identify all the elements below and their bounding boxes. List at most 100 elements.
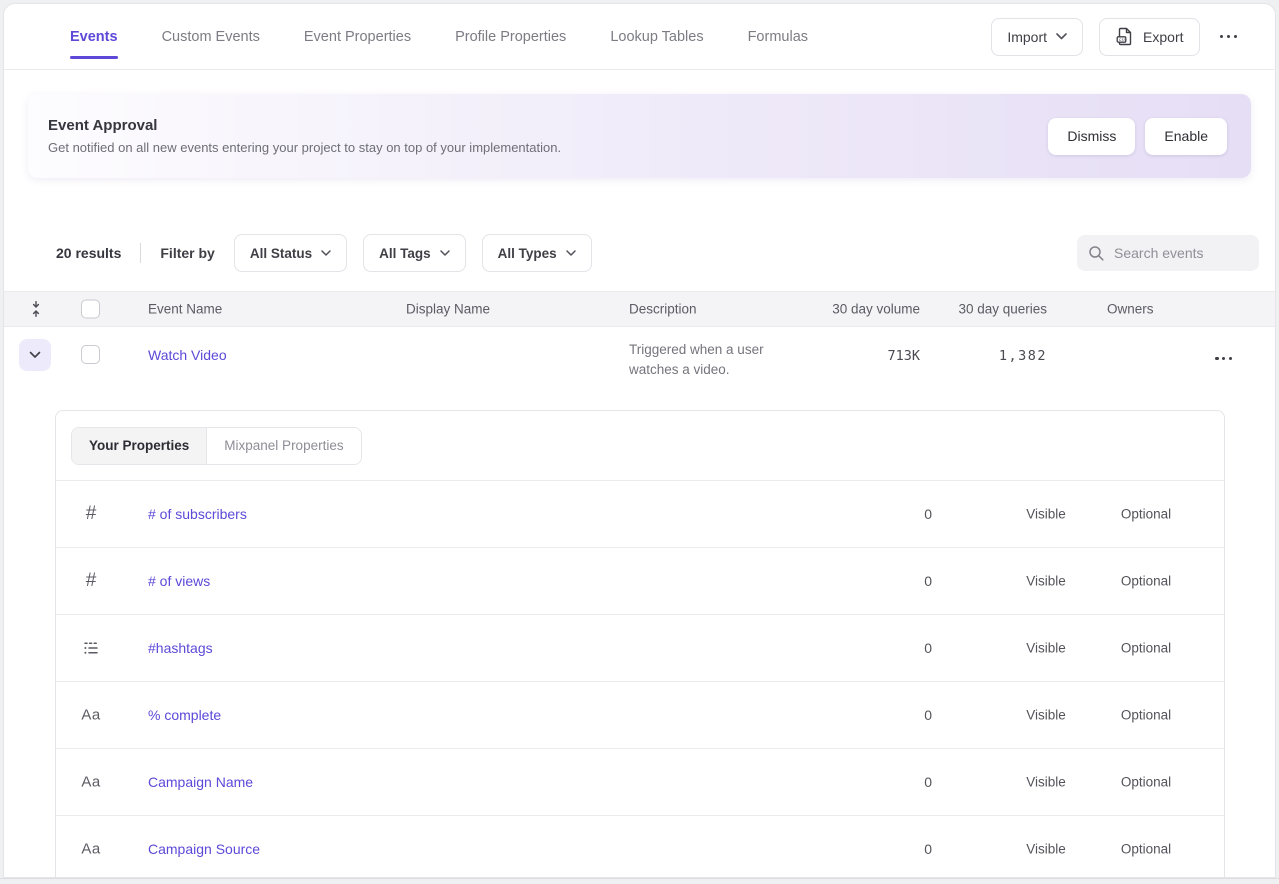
banner-title: Event Approval [48, 117, 561, 134]
nav-actions: Import csv Export [991, 4, 1275, 69]
property-row: #hashtags 0 Visible Optional [56, 615, 1224, 682]
row-actions-button[interactable] [1211, 351, 1236, 366]
select-all-checkbox[interactable] [81, 300, 100, 319]
dot [1220, 35, 1224, 39]
chevron-down-icon [1056, 33, 1067, 40]
tab-lookup-tables[interactable]: Lookup Tables [588, 4, 725, 69]
tab-label: Profile Properties [455, 29, 566, 45]
status-filter-dropdown[interactable]: All Status [234, 234, 347, 272]
number-type-icon: # [76, 570, 106, 592]
tags-filter-value: All Tags [379, 246, 431, 261]
tab-event-properties[interactable]: Event Properties [282, 4, 433, 69]
csv-file-icon: csv [1115, 27, 1134, 46]
nav-tabs: Events Custom Events Event Properties Pr… [4, 4, 830, 69]
collapse-rows-icon [28, 301, 44, 318]
property-name-link[interactable]: # of views [148, 573, 210, 589]
property-count: 0 [924, 707, 932, 723]
tab-label: Custom Events [162, 29, 260, 45]
property-requirement: Optional [1076, 574, 1216, 589]
table-row-watch-video: Watch Video Triggered when a user watche… [4, 327, 1275, 393]
event-properties-panel: Your Properties Mixpanel Properties # # … [55, 410, 1225, 878]
property-row: Aa Campaign Source 0 Visible Optional [56, 816, 1224, 878]
property-row: Aa Campaign Name 0 Visible Optional [56, 749, 1224, 816]
event-queries: 1,382 [999, 348, 1047, 364]
dot [1215, 357, 1218, 360]
enable-button[interactable]: Enable [1145, 118, 1227, 155]
column-header-volume: 30 day volume [832, 302, 920, 317]
text-type-icon: Aa [76, 841, 106, 858]
tab-mixpanel-properties[interactable]: Mixpanel Properties [207, 428, 360, 464]
export-button[interactable]: csv Export [1099, 18, 1199, 56]
types-filter-value: All Types [498, 246, 557, 261]
property-requirement: Optional [1076, 775, 1216, 790]
tab-your-properties[interactable]: Your Properties [72, 428, 207, 464]
tab-formulas[interactable]: Formulas [726, 4, 830, 69]
column-header-owners: Owners [1107, 302, 1154, 317]
tab-label: Lookup Tables [610, 29, 703, 45]
property-name-link[interactable]: % complete [148, 707, 221, 723]
property-name-link[interactable]: # of subscribers [148, 506, 247, 522]
property-count: 0 [924, 774, 932, 790]
status-filter-value: All Status [250, 246, 312, 261]
chevron-down-icon [440, 250, 450, 256]
search-events-input[interactable] [1114, 245, 1244, 261]
tags-filter-dropdown[interactable]: All Tags [363, 234, 466, 272]
divider [140, 243, 141, 263]
lexicon-page: Events Custom Events Event Properties Pr… [3, 3, 1276, 878]
more-options-button[interactable] [1216, 29, 1242, 45]
column-header-event-name: Event Name [148, 302, 222, 317]
property-count: 0 [924, 573, 932, 589]
results-count: 20 results [56, 245, 121, 261]
number-type-icon: # [76, 503, 106, 525]
chevron-down-icon [566, 250, 576, 256]
row-checkbox[interactable] [81, 345, 100, 364]
chevron-down-icon [321, 250, 331, 256]
banner-text: Event Approval Get notified on all new e… [48, 117, 561, 155]
property-name-link[interactable]: Campaign Name [148, 774, 253, 790]
tab-label: Formulas [748, 29, 808, 45]
property-count: 0 [924, 841, 932, 857]
dot [1234, 35, 1238, 39]
window-bottom-edge [0, 878, 1279, 879]
banner-description: Get notified on all new events entering … [48, 140, 561, 155]
property-row: # # of views 0 Visible Optional [56, 548, 1224, 615]
tab-label: Event Properties [304, 29, 411, 45]
event-approval-banner: Event Approval Get notified on all new e… [28, 94, 1251, 178]
tab-label: Events [70, 29, 118, 45]
collapse-row-button[interactable] [19, 339, 51, 371]
property-count: 0 [924, 640, 932, 656]
dot [1229, 357, 1232, 360]
dismiss-button[interactable]: Dismiss [1048, 118, 1135, 155]
import-button[interactable]: Import [991, 18, 1083, 56]
export-label: Export [1143, 29, 1183, 45]
list-type-icon [76, 639, 106, 657]
dot [1222, 357, 1225, 360]
property-name-link[interactable]: Campaign Source [148, 841, 260, 857]
property-requirement: Optional [1076, 507, 1216, 522]
properties-tab-switch: Your Properties Mixpanel Properties [71, 427, 362, 465]
column-header-queries: 30 day queries [958, 302, 1047, 317]
column-header-description: Description [629, 302, 697, 317]
property-requirement: Optional [1076, 708, 1216, 723]
filter-by-label: Filter by [160, 245, 214, 261]
top-nav: Events Custom Events Event Properties Pr… [4, 4, 1275, 70]
active-tab-underline [70, 56, 118, 59]
search-icon [1088, 245, 1105, 262]
event-name-link[interactable]: Watch Video [148, 347, 227, 363]
dot [1227, 35, 1231, 39]
property-row: Aa % complete 0 Visible Optional [56, 682, 1224, 749]
property-count: 0 [924, 506, 932, 522]
tab-events[interactable]: Events [48, 4, 140, 69]
types-filter-dropdown[interactable]: All Types [482, 234, 592, 272]
property-name-link[interactable]: #hashtags [148, 640, 213, 656]
tab-profile-properties[interactable]: Profile Properties [433, 4, 588, 69]
text-type-icon: Aa [76, 707, 106, 724]
import-label: Import [1007, 29, 1047, 45]
svg-text:csv: csv [1119, 38, 1127, 43]
tab-custom-events[interactable]: Custom Events [140, 4, 282, 69]
collapse-all-button[interactable] [28, 301, 44, 318]
chevron-down-icon [29, 351, 41, 359]
filter-bar: 20 results Filter by All Status All Tags… [4, 234, 1275, 272]
property-requirement: Optional [1076, 842, 1216, 857]
banner-actions: Dismiss Enable [1048, 118, 1227, 155]
